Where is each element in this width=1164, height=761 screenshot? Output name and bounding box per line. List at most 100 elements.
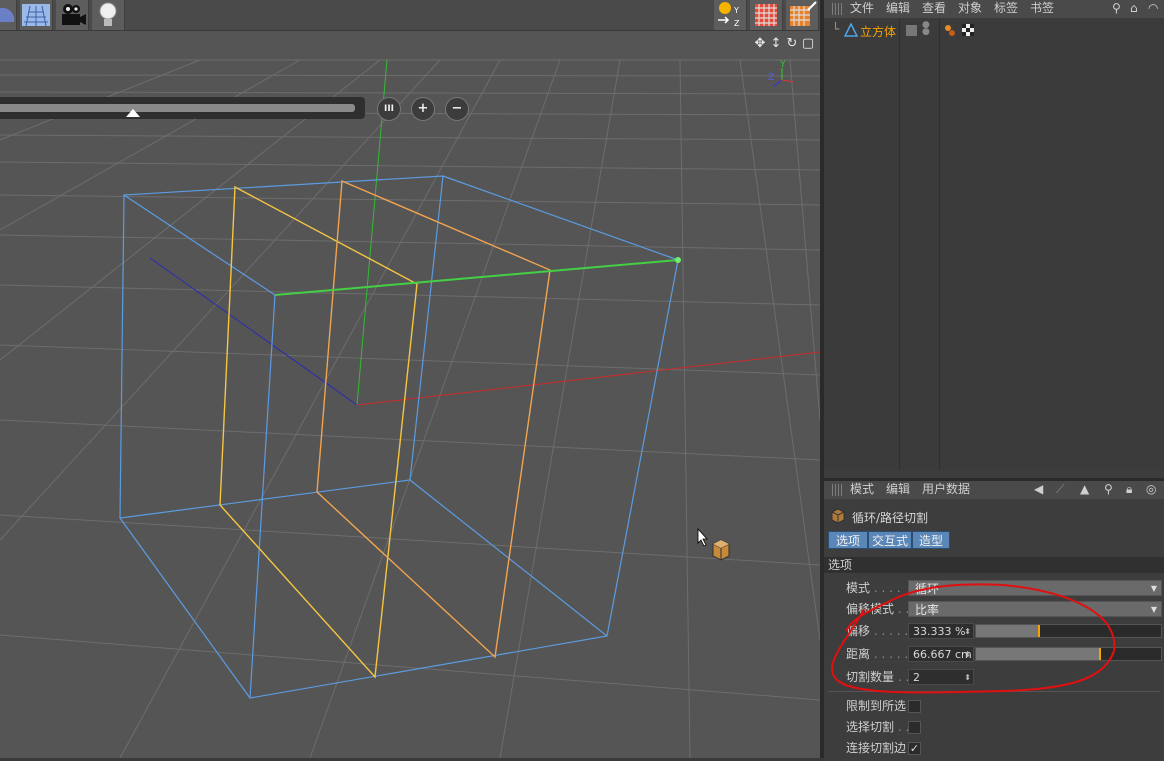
- spinner-icon[interactable]: ⬍: [964, 624, 971, 638]
- expand-icon[interactable]: ◠: [1148, 0, 1158, 16]
- search-icon[interactable]: ⚲: [1112, 0, 1121, 16]
- visibility-dots-icon[interactable]: ● ●: [922, 21, 930, 37]
- texture-tag-icon[interactable]: [962, 24, 974, 39]
- offset-slider[interactable]: [975, 624, 1162, 638]
- offset-slider-marker[interactable]: [1037, 625, 1040, 637]
- loop-cut-2: [316, 179, 551, 659]
- cube-front-face: [249, 259, 679, 699]
- chevron-down-icon: ▼: [1150, 584, 1157, 593]
- offset-label: 偏移 . . . . .: [846, 624, 909, 638]
- object-row-cube[interactable]: └ 立方体 ● ●: [824, 21, 1164, 40]
- tab-interactive[interactable]: 交互式: [868, 531, 912, 549]
- loop-cut-tool-icon: [830, 508, 846, 527]
- distance-slider-fill: [976, 648, 1100, 660]
- cube-object-icon: [843, 22, 859, 40]
- offset-mode-value: 比率: [915, 603, 940, 617]
- x-axis-line: [356, 351, 820, 406]
- distance-field[interactable]: 66.667 cm ⬍: [908, 646, 974, 662]
- select-cuts-label: 选择切割 . .: [846, 720, 910, 734]
- mode-label: 模式 . . . .: [846, 581, 901, 595]
- mouse-cursor-with-cube-icon: [697, 527, 731, 565]
- camera-icon[interactable]: [56, 0, 89, 30]
- loop-cut-slider-handle[interactable]: [126, 109, 140, 117]
- toggle-view-icon[interactable]: ▢: [800, 36, 816, 52]
- svg-text:Z: Z: [734, 19, 740, 28]
- select-cuts-checkbox[interactable]: [908, 721, 921, 734]
- restrict-selection-label: 限制到所选: [846, 699, 907, 713]
- grip-icon[interactable]: [832, 3, 844, 15]
- up-arrow-icon[interactable]: ▲: [1080, 481, 1089, 497]
- menu-tag[interactable]: 标签: [994, 0, 1018, 16]
- floor-grid-icon[interactable]: [20, 0, 53, 30]
- tab-shaping[interactable]: 造型: [912, 531, 950, 549]
- grip-icon[interactable]: [832, 484, 844, 496]
- layers-icon[interactable]: [0, 0, 17, 30]
- menu-user-data[interactable]: 用户数据: [922, 481, 970, 497]
- selected-point: [675, 257, 681, 263]
- search-icon[interactable]: ⚲: [1104, 481, 1113, 497]
- render-region-icon[interactable]: [750, 0, 783, 30]
- cut-count-label: 切割数量 . .: [846, 670, 910, 684]
- remove-cut-button[interactable]: −: [445, 97, 469, 121]
- spinner-icon[interactable]: ⬍: [964, 647, 971, 661]
- tree-connector-icon: └: [832, 22, 840, 36]
- cube-wireframe: [119, 175, 679, 699]
- back-arrow-icon[interactable]: ◀: [1034, 481, 1043, 497]
- loop-cut-slider-track[interactable]: [0, 104, 355, 112]
- offset-slider-fill: [976, 625, 1038, 637]
- offset-field[interactable]: 33.333 % ⬍: [908, 623, 974, 639]
- right-panel: 文件 编辑 查看 对象 标签 书签 ⚲ ⌂ ◠ └ 立方体 ● ● 模式 编辑 …: [820, 0, 1164, 761]
- rotate-view-icon[interactable]: ↻: [784, 36, 800, 52]
- viewport-toolbar: YZ: [0, 0, 820, 31]
- gizmo-z-label: Z: [768, 73, 774, 83]
- pause-button[interactable]: III: [377, 97, 401, 121]
- object-manager[interactable]: └ 立方体 ● ●: [824, 18, 1164, 470]
- lock-icon[interactable]: 🔒︎: [1126, 481, 1132, 497]
- forward-arrow-icon[interactable]: ⟋: [1056, 481, 1064, 497]
- target-icon[interactable]: ◎: [1146, 481, 1156, 497]
- chevron-down-icon: ▼: [1150, 605, 1157, 614]
- menu-file[interactable]: 文件: [850, 0, 874, 16]
- zoom-view-icon[interactable]: ↕: [768, 36, 784, 52]
- menu-bookmark[interactable]: 书签: [1030, 0, 1054, 16]
- mode-dropdown[interactable]: 循环 ▼: [908, 580, 1162, 596]
- section-options-header: 选项: [824, 557, 1164, 573]
- tab-options[interactable]: 选项: [828, 531, 868, 549]
- menu-edit[interactable]: 编辑: [886, 0, 910, 16]
- spinner-icon[interactable]: ⬍: [964, 670, 971, 684]
- menu-mode[interactable]: 模式: [850, 481, 874, 497]
- distance-value: 66.667 cm: [913, 648, 972, 661]
- object-name[interactable]: 立方体: [860, 23, 896, 40]
- distance-slider-marker[interactable]: [1099, 648, 1102, 660]
- material-tag-icon[interactable]: [944, 24, 956, 39]
- gizmo-y-label: Y: [779, 60, 786, 70]
- cut-count-value: 2: [913, 671, 920, 684]
- render-settings-icon[interactable]: [786, 0, 819, 30]
- light-bulb-icon[interactable]: [92, 0, 125, 30]
- layer-icon[interactable]: [906, 25, 917, 36]
- object-manager-menubar: 文件 编辑 查看 对象 标签 书签 ⚲ ⌂ ◠: [824, 0, 1164, 18]
- restrict-selection-checkbox[interactable]: [908, 700, 921, 713]
- distance-label: 距离 . . . . .: [846, 647, 909, 661]
- offset-mode-label: 偏移模式 . .: [846, 602, 910, 616]
- distance-slider[interactable]: [975, 647, 1162, 661]
- connect-edges-label: 连接切割边: [846, 741, 907, 755]
- attribute-manager-menubar: 模式 编辑 用户数据 ◀ ⟋ ▲ ⚲ 🔒︎ ◎: [824, 481, 1164, 499]
- axis-xyz-icon[interactable]: YZ: [714, 0, 747, 30]
- floor-grid: [0, 59, 820, 758]
- tool-name: 循环/路径切割: [852, 511, 929, 525]
- menu-view[interactable]: 查看: [922, 0, 946, 16]
- connect-edges-checkbox[interactable]: ✓: [908, 742, 921, 755]
- loop-cut-slider[interactable]: [0, 97, 365, 119]
- cut-count-field[interactable]: 2 ⬍: [908, 669, 974, 685]
- 3d-viewport[interactable]: Y Z YZ ✥ ↕ ↻ ▢ III + −: [0, 0, 820, 758]
- menu-edit[interactable]: 编辑: [886, 481, 910, 497]
- mode-value: 循环: [915, 582, 940, 596]
- add-cut-button[interactable]: +: [411, 97, 435, 121]
- home-icon[interactable]: ⌂: [1130, 0, 1138, 16]
- move-view-icon[interactable]: ✥: [752, 36, 768, 52]
- divider: [828, 691, 1160, 692]
- offset-value: 33.333 %: [913, 625, 966, 638]
- offset-mode-dropdown[interactable]: 比率 ▼: [908, 601, 1162, 617]
- menu-object[interactable]: 对象: [958, 0, 982, 16]
